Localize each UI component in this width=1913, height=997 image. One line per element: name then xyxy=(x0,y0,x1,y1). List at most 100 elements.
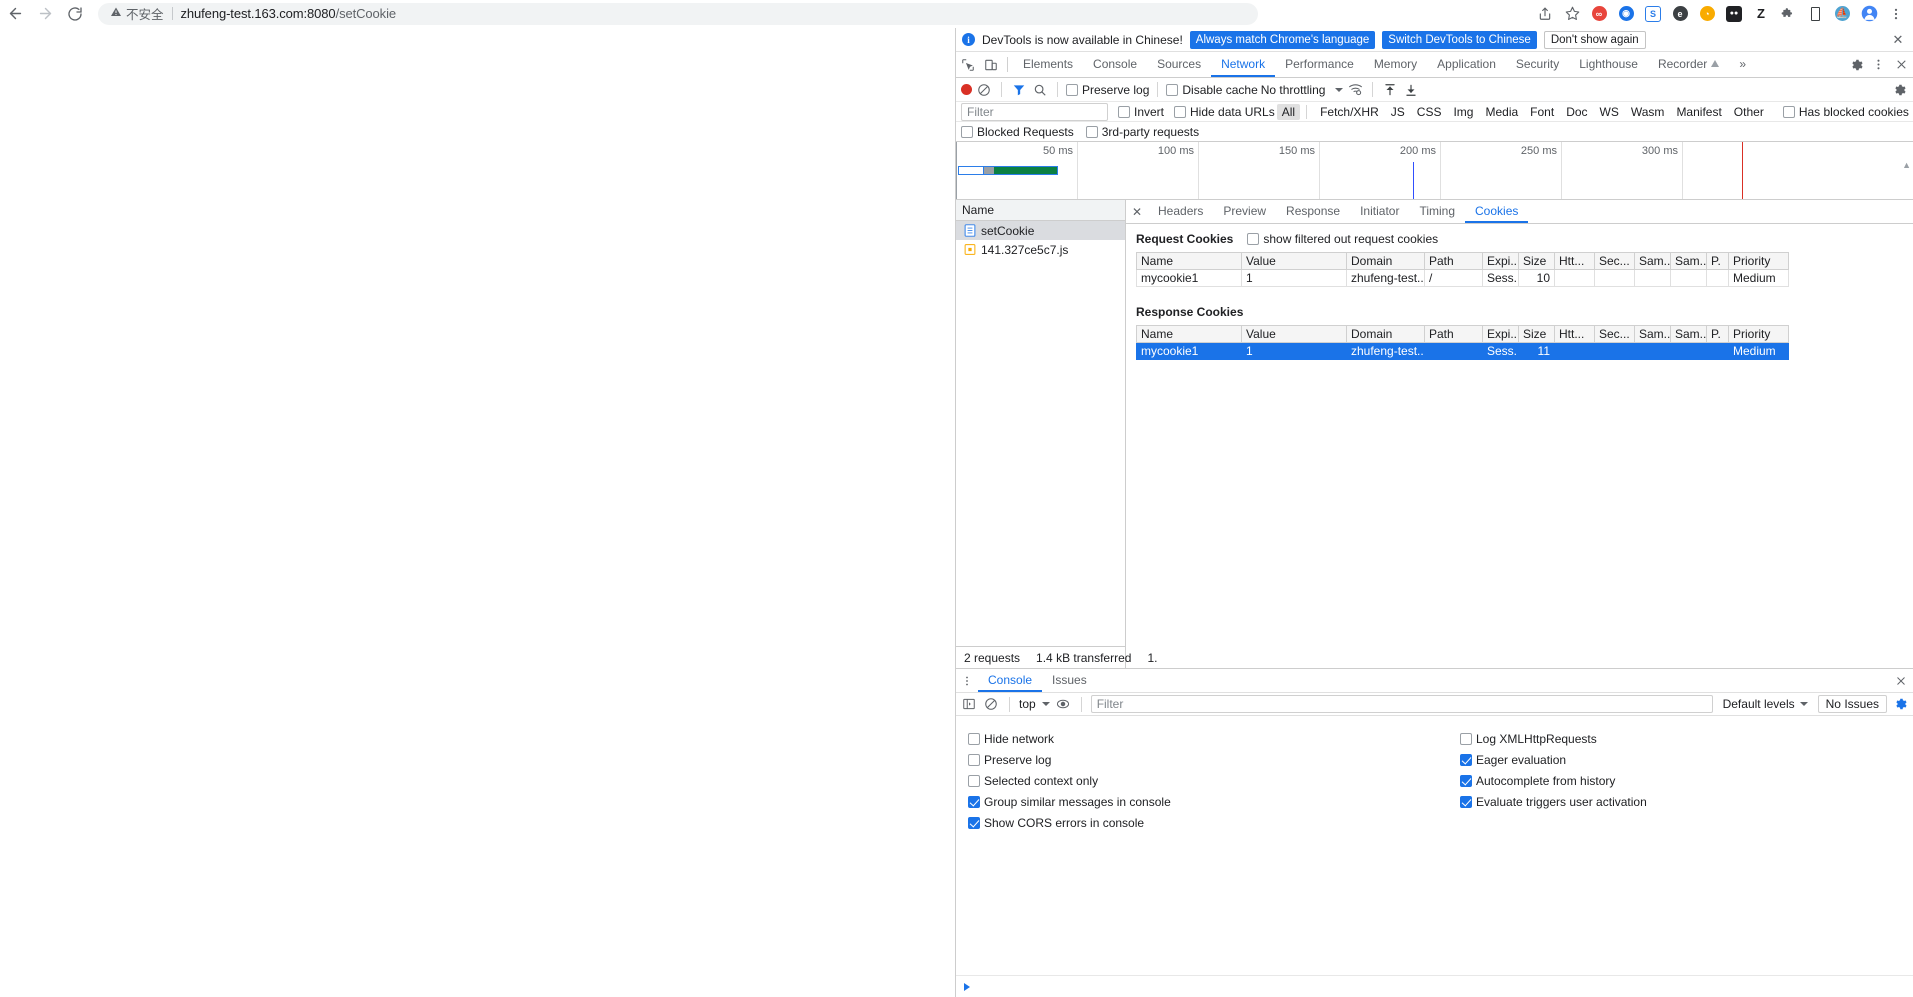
autocomplete-history-checkbox[interactable]: Autocomplete from history xyxy=(1448,770,1913,791)
col-sameparty[interactable]: Sam.. xyxy=(1670,252,1707,270)
hide-network-checkbox[interactable]: Hide network xyxy=(956,728,1448,749)
col-sameparty[interactable]: Sam.. xyxy=(1670,325,1707,343)
table-row[interactable]: mycookie1 1 zhufeng-test.... / Sess... 1… xyxy=(1136,269,1789,287)
console-settings-gear-icon[interactable] xyxy=(1891,695,1909,713)
evaluate-user-activation-checkbox[interactable]: Evaluate triggers user activation xyxy=(1448,791,1913,812)
selected-context-only-checkbox[interactable]: Selected context only xyxy=(956,770,1448,791)
type-filter-fetch-xhr[interactable]: Fetch/XHR xyxy=(1315,104,1384,120)
col-name[interactable]: Name xyxy=(1136,325,1242,343)
tab-application[interactable]: Application xyxy=(1427,52,1506,77)
col-httponly[interactable]: Htt... xyxy=(1554,252,1595,270)
type-filter-all[interactable]: All xyxy=(1276,103,1301,120)
security-indicator[interactable]: 不安全 xyxy=(110,4,164,23)
request-list-header[interactable]: Name xyxy=(956,200,1125,221)
disable-cache-input[interactable] xyxy=(1166,83,1179,96)
console-preserve-log-checkbox[interactable]: Preserve log xyxy=(956,749,1448,770)
hide-data-urls-checkbox[interactable]: Hide data URLs xyxy=(1174,105,1275,119)
col-expires[interactable]: Expi.. xyxy=(1482,252,1519,270)
share-icon[interactable] xyxy=(1532,1,1558,27)
puzzle-piece-icon[interactable] xyxy=(1775,1,1801,27)
group-similar-messages-checkbox[interactable]: Group similar messages in console xyxy=(956,791,1448,812)
close-icon[interactable]: ✕ xyxy=(1889,31,1907,49)
clear-network-log-icon[interactable] xyxy=(975,81,993,99)
col-domain[interactable]: Domain xyxy=(1346,252,1425,270)
issues-badge[interactable]: No Issues xyxy=(1817,695,1887,713)
table-row[interactable]: mycookie1 1 zhufeng-test.... Sess... 11 xyxy=(1136,342,1789,360)
dont-show-again-button[interactable]: Don't show again xyxy=(1543,30,1646,49)
invert-input[interactable] xyxy=(1118,105,1130,118)
more-tabs-button[interactable]: » xyxy=(1729,52,1756,77)
inspect-element-icon[interactable] xyxy=(956,52,979,77)
type-filter-other[interactable]: Other xyxy=(1729,104,1769,120)
type-filter-css[interactable]: CSS xyxy=(1412,104,1447,120)
preserve-log-checkbox[interactable]: Preserve log xyxy=(1066,83,1149,97)
type-filter-doc[interactable]: Doc xyxy=(1561,104,1592,120)
device-toolbar-icon[interactable] xyxy=(979,52,1002,77)
forward-button[interactable] xyxy=(30,0,60,28)
tab-network[interactable]: Network xyxy=(1211,52,1276,77)
extension-icon-eyes[interactable]: ●● xyxy=(1721,1,1747,27)
extension-icon-z-badge[interactable]: Z xyxy=(1748,1,1774,27)
devtools-more-menu-icon[interactable] xyxy=(1867,52,1890,77)
col-size[interactable]: Size xyxy=(1518,325,1555,343)
col-domain[interactable]: Domain xyxy=(1346,325,1425,343)
import-har-icon[interactable] xyxy=(1381,81,1399,99)
detail-tab-headers[interactable]: Headers xyxy=(1148,200,1213,223)
type-filter-media[interactable]: Media xyxy=(1480,104,1523,120)
col-expires[interactable]: Expi.. xyxy=(1482,325,1519,343)
drawer-tab-issues[interactable]: Issues xyxy=(1042,669,1097,692)
show-cors-errors-checkbox[interactable]: Show CORS errors in console xyxy=(956,812,1448,833)
tab-memory[interactable]: Memory xyxy=(1364,52,1427,77)
log-xhr-checkbox[interactable]: Log XMLHttpRequests xyxy=(1448,728,1913,749)
show-cors-errors-input[interactable] xyxy=(968,816,980,829)
table-row[interactable]: setCookie xyxy=(956,221,1125,240)
tab-elements[interactable]: Elements xyxy=(1013,52,1083,77)
avatar-icon[interactable] xyxy=(1856,1,1882,27)
detail-tab-preview[interactable]: Preview xyxy=(1213,200,1276,223)
col-samesite[interactable]: Sam.. xyxy=(1634,325,1671,343)
group-similar-messages-input[interactable] xyxy=(968,795,980,808)
gear-icon[interactable] xyxy=(1844,52,1867,77)
overview-scroll-up-icon[interactable]: ▲ xyxy=(1902,160,1911,170)
preserve-log-input[interactable] xyxy=(1066,83,1078,96)
funnel-icon[interactable] xyxy=(1010,81,1028,99)
live-expression-icon[interactable] xyxy=(1054,695,1072,713)
type-filter-manifest[interactable]: Manifest xyxy=(1671,104,1726,120)
col-samesite[interactable]: Sam.. xyxy=(1634,252,1671,270)
extension-icon-s-badge[interactable]: S xyxy=(1640,1,1666,27)
reload-button[interactable] xyxy=(60,0,90,28)
col-path[interactable]: Path xyxy=(1424,252,1483,270)
extension-icon-e-badge[interactable]: e xyxy=(1667,1,1693,27)
console-preserve-log-input[interactable] xyxy=(968,753,980,766)
table-row[interactable]: 141.327ce5c7.js xyxy=(956,240,1125,259)
star-icon[interactable] xyxy=(1559,1,1585,27)
autocomplete-history-input[interactable] xyxy=(1460,774,1472,787)
col-secure[interactable]: Sec... xyxy=(1594,252,1635,270)
blocked-requests-input[interactable] xyxy=(961,125,973,138)
col-value[interactable]: Value xyxy=(1241,252,1347,270)
detail-tab-timing[interactable]: Timing xyxy=(1409,200,1465,223)
tab-lighthouse[interactable]: Lighthouse xyxy=(1569,52,1648,77)
eager-evaluation-checkbox[interactable]: Eager evaluation xyxy=(1448,749,1913,770)
has-blocked-cookies-checkbox[interactable]: Has blocked cookies xyxy=(1782,105,1909,119)
show-filtered-cookies-input[interactable] xyxy=(1247,233,1260,245)
always-match-language-button[interactable]: Always match Chrome's language xyxy=(1189,30,1376,49)
type-filter-img[interactable]: Img xyxy=(1448,104,1478,120)
extension-icon-blue-circle[interactable]: ◉ xyxy=(1613,1,1639,27)
network-overview-timeline[interactable]: 50 ms 100 ms 150 ms 200 ms 250 ms 300 ms… xyxy=(956,142,1913,200)
extension-icon-infinity[interactable]: ∞ xyxy=(1586,1,1612,27)
type-filter-js[interactable]: JS xyxy=(1386,104,1410,120)
blocked-requests-checkbox[interactable]: Blocked Requests xyxy=(961,125,1074,139)
search-icon[interactable] xyxy=(1031,81,1049,99)
record-network-log-button[interactable] xyxy=(961,84,972,95)
invert-checkbox[interactable]: Invert xyxy=(1118,105,1164,119)
extension-icon-boat[interactable]: ⛵ xyxy=(1829,1,1855,27)
clear-console-icon[interactable] xyxy=(982,695,1000,713)
col-partitionkey[interactable]: P. xyxy=(1706,252,1729,270)
console-sidebar-icon[interactable] xyxy=(960,695,978,713)
col-value[interactable]: Value xyxy=(1241,325,1347,343)
col-partitionkey[interactable]: P. xyxy=(1706,325,1729,343)
type-filter-wasm[interactable]: Wasm xyxy=(1626,104,1670,120)
disable-cache-checkbox[interactable]: Disable cache xyxy=(1166,83,1258,97)
console-prompt[interactable] xyxy=(956,975,1913,997)
